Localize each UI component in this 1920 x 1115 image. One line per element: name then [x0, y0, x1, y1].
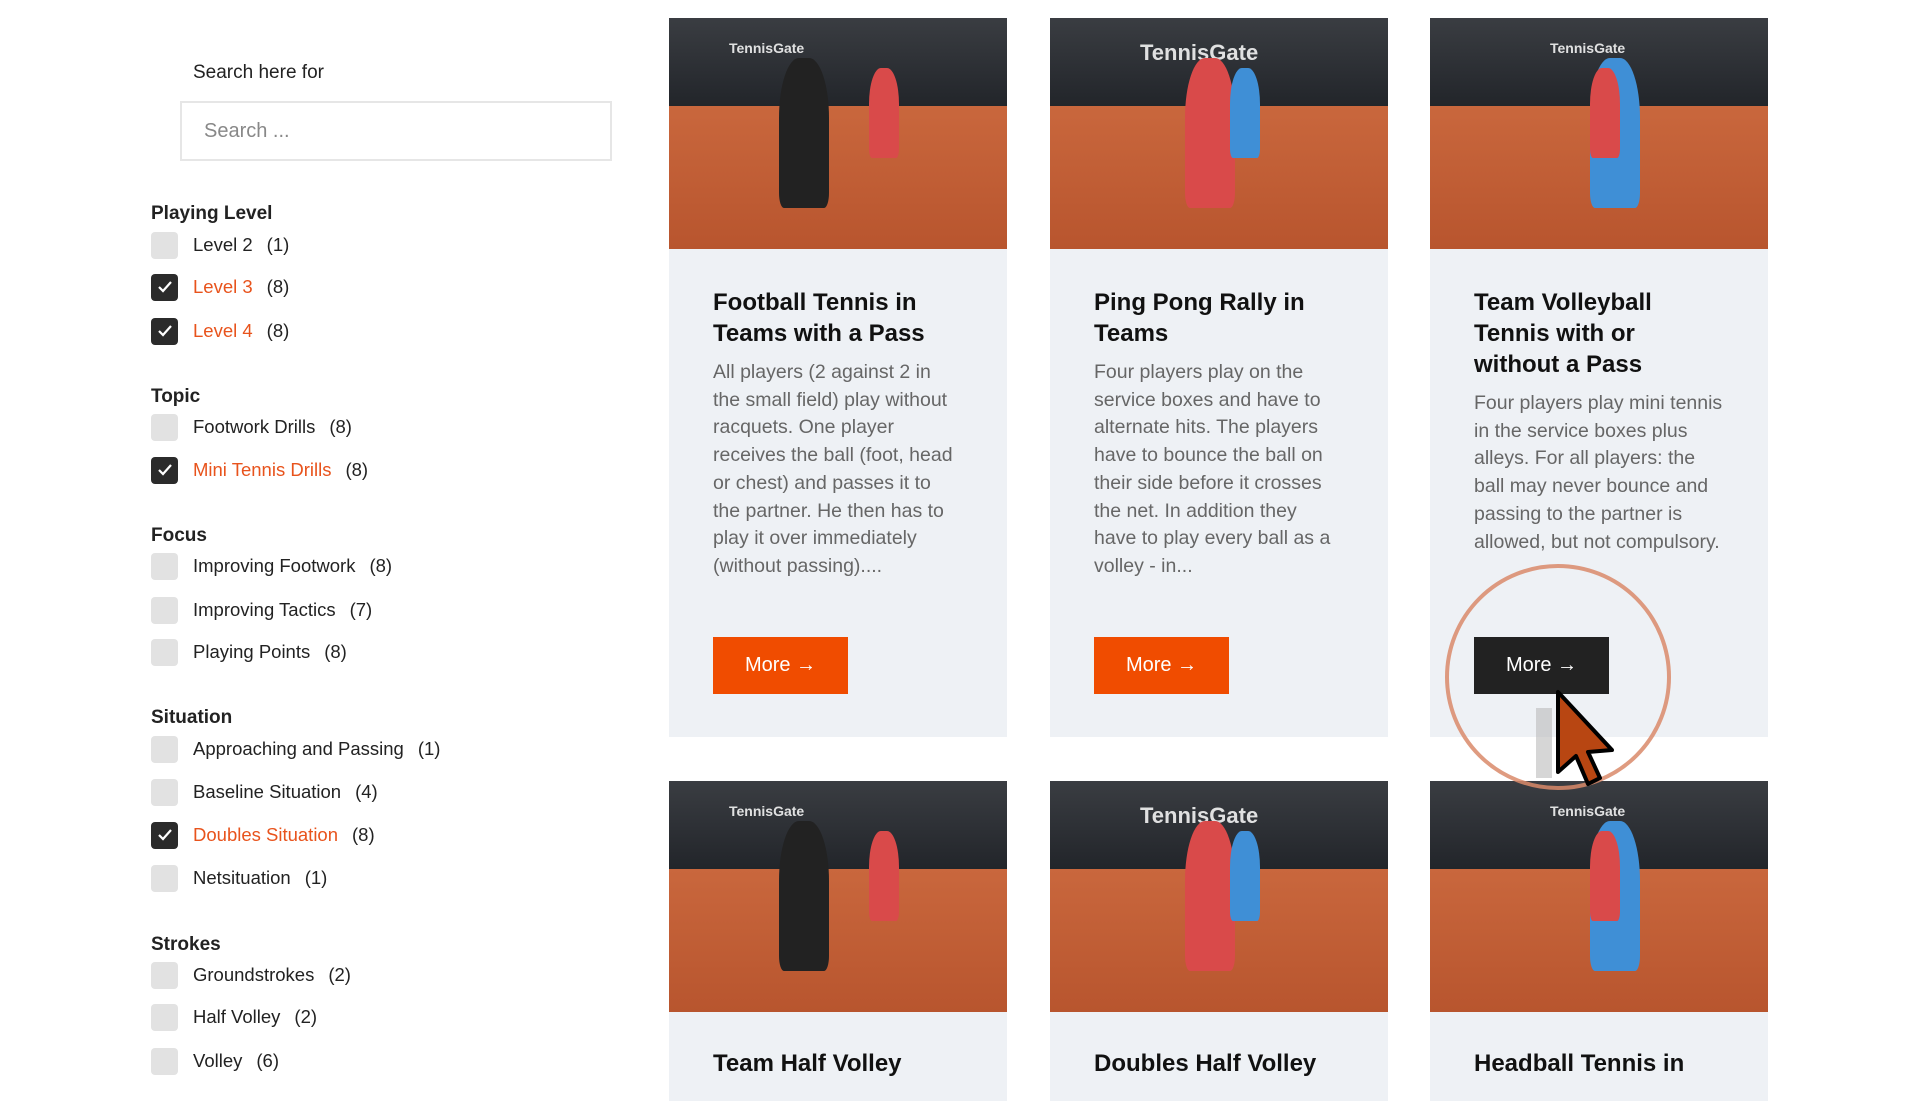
filter-count: (8) — [266, 276, 290, 297]
filter-count: (1) — [304, 867, 328, 888]
checkbox[interactable] — [151, 735, 178, 763]
filter-count: (1) — [417, 738, 441, 759]
checkbox[interactable] — [151, 596, 178, 624]
filter-label: Improving Footwork — [193, 555, 356, 576]
filter-label: Approaching and Passing — [193, 738, 404, 759]
checkbox[interactable] — [151, 778, 178, 806]
filter-label: Level 2 — [193, 234, 253, 255]
drill-card: TennisGate Football Tennis in Teams with… — [669, 18, 1007, 737]
filter-option[interactable]: Footwork Drills (8) — [151, 413, 352, 441]
drill-description: All players (2 against 2 in the small fi… — [713, 361, 953, 577]
filter-option[interactable]: Improving Tactics (7) — [151, 596, 372, 624]
filter-label: Level 3 — [193, 276, 253, 297]
filter-label: Mini Tennis Drills — [193, 459, 332, 480]
check-icon — [157, 828, 173, 842]
filter-count: (6) — [256, 1050, 279, 1071]
search-input[interactable] — [180, 101, 612, 161]
filter-option[interactable]: Level 4 (8) — [151, 317, 289, 345]
filter-count: (8) — [324, 641, 347, 662]
checkbox[interactable] — [151, 273, 178, 301]
filter-option[interactable]: Improving Footwork (8) — [151, 552, 392, 580]
filter-option[interactable]: Netsituation (1) — [151, 864, 327, 892]
check-icon — [157, 280, 173, 294]
filter-heading: Situation — [151, 707, 233, 728]
search-label: Search here for — [193, 62, 324, 83]
filter-label: Baseline Situation — [193, 781, 342, 802]
filter-heading: Strokes — [151, 934, 221, 955]
filter-label: Level 4 — [193, 320, 253, 341]
more-button[interactable]: More → — [713, 637, 848, 694]
drill-title[interactable]: Team Volleyball Tennis with or without a… — [1474, 287, 1724, 380]
drill-card: TennisGate Team Half Volley — [669, 781, 1007, 1101]
filter-option[interactable]: Baseline Situation (4) — [151, 778, 378, 806]
filter-option[interactable]: Volley (6) — [151, 1047, 279, 1075]
checkbox[interactable] — [151, 317, 178, 345]
filter-option[interactable]: Groundstrokes (2) — [151, 961, 351, 989]
checkbox[interactable] — [151, 638, 178, 666]
drill-card: TennisGate Doubles Half Volley — [1050, 781, 1388, 1101]
drill-title[interactable]: Football Tennis in Teams with a Pass — [713, 287, 963, 349]
checkbox[interactable] — [151, 821, 178, 849]
filter-heading: Playing Level — [151, 203, 273, 224]
filter-option[interactable]: Level 3 (8) — [151, 273, 289, 301]
filter-count: (1) — [266, 234, 290, 255]
filter-label: Volley — [193, 1050, 243, 1071]
checkbox[interactable] — [151, 961, 178, 989]
filter-option[interactable]: Mini Tennis Drills (8) — [151, 456, 368, 484]
image-watermark: TennisGate — [1550, 40, 1626, 56]
filter-label: Footwork Drills — [193, 416, 316, 437]
drill-title[interactable]: Doubles Half Volley — [1050, 1012, 1388, 1115]
filter-count: (2) — [328, 964, 351, 985]
filter-count: (8) — [369, 555, 393, 576]
checkbox[interactable] — [151, 1047, 178, 1075]
drill-card: TennisGate Ping Pong Rally in Teams Four … — [1050, 18, 1388, 737]
filter-count: (8) — [352, 824, 375, 845]
checkbox[interactable] — [151, 1003, 178, 1031]
image-watermark: TennisGate — [729, 40, 805, 56]
filter-label: Playing Points — [193, 641, 311, 662]
drill-title[interactable]: Team Half Volley — [669, 1012, 1007, 1115]
filter-option[interactable]: Playing Points (8) — [151, 638, 347, 666]
drill-photo[interactable]: TennisGate — [1050, 781, 1388, 1012]
drill-photo[interactable]: TennisGate — [1430, 18, 1768, 249]
filter-count: (8) — [266, 320, 290, 341]
drill-photo[interactable]: TennisGate — [1050, 18, 1388, 249]
filter-option[interactable]: Level 2 (1) — [151, 231, 289, 259]
filter-label: Improving Tactics — [193, 599, 336, 620]
filter-label: Netsituation — [193, 867, 291, 888]
image-watermark: TennisGate — [1550, 803, 1626, 819]
cursor-icon — [1536, 690, 1614, 786]
filter-count: (7) — [349, 599, 373, 620]
drill-photo[interactable]: TennisGate — [1430, 781, 1768, 1012]
filter-heading: Topic — [151, 386, 201, 407]
filter-option[interactable]: Doubles Situation (8) — [151, 821, 375, 849]
checkbox[interactable] — [151, 456, 178, 484]
filter-count: (8) — [345, 459, 369, 480]
filter-count: (8) — [329, 416, 352, 437]
check-icon — [157, 324, 173, 338]
checkbox[interactable] — [151, 413, 178, 441]
drill-description: Four players play on the service boxes a… — [1094, 361, 1331, 577]
checkbox[interactable] — [151, 231, 178, 259]
drill-photo[interactable]: TennisGate — [669, 18, 1007, 249]
filter-count: (4) — [355, 781, 378, 802]
image-watermark: TennisGate — [729, 803, 805, 819]
checkbox[interactable] — [151, 552, 178, 580]
filter-label: Groundstrokes — [193, 964, 315, 985]
drill-description: Four players play mini tennis in the ser… — [1474, 392, 1723, 553]
drill-title[interactable]: Headball Tennis in — [1430, 1012, 1768, 1115]
filter-label: Half Volley — [193, 1006, 281, 1027]
filter-option[interactable]: Half Volley (2) — [151, 1003, 317, 1031]
filter-option[interactable]: Approaching and Passing (1) — [151, 735, 440, 763]
checkbox[interactable] — [151, 864, 178, 892]
filter-heading: Focus — [151, 525, 207, 546]
more-button[interactable]: More → — [1094, 637, 1229, 694]
check-icon — [157, 463, 173, 477]
drill-card: TennisGate Headball Tennis in — [1430, 781, 1768, 1101]
drill-photo[interactable]: TennisGate — [669, 781, 1007, 1012]
filter-count: (2) — [294, 1006, 318, 1027]
drill-title[interactable]: Ping Pong Rally in Teams — [1094, 287, 1344, 349]
filter-label: Doubles Situation — [193, 824, 339, 845]
